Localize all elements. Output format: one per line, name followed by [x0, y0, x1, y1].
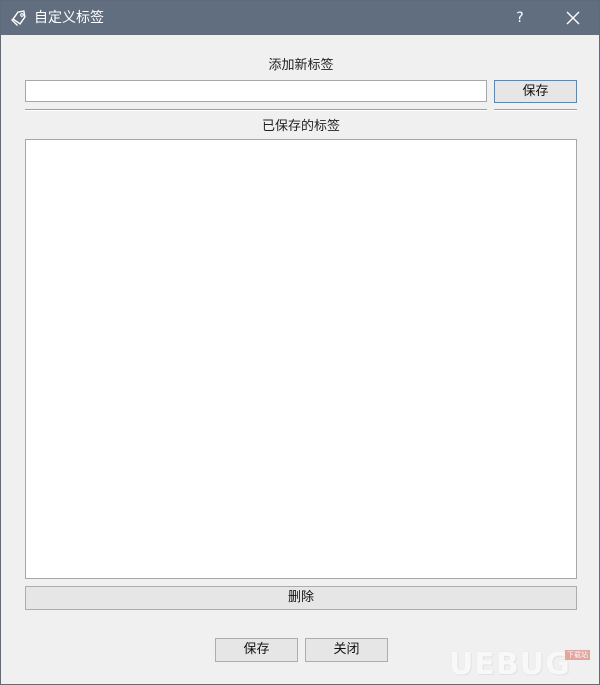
window-close-button[interactable]: [555, 1, 591, 35]
watermark-text: UEBUG: [449, 647, 571, 682]
tag-icon: [11, 10, 26, 26]
help-button[interactable]: ?: [505, 1, 535, 35]
divider: [494, 109, 577, 111]
divider: [25, 109, 487, 111]
save-button[interactable]: 保存: [215, 638, 298, 662]
save-tag-button[interactable]: 保存: [494, 80, 577, 103]
title-bar: 自定义标签 ?: [1, 1, 599, 35]
watermark-logo: UEBUG 下载站: [449, 646, 599, 684]
close-icon: [566, 11, 580, 25]
watermark-subtext: 下载站: [565, 650, 590, 660]
new-tag-input[interactable]: [25, 80, 487, 102]
window-title: 自定义标签: [34, 10, 104, 26]
delete-button[interactable]: 删除: [25, 586, 577, 610]
saved-tags-list[interactable]: [25, 139, 577, 579]
add-new-tag-label: 添加新标签: [268, 58, 334, 73]
custom-tags-dialog: 自定义标签 ? 添加新标签 保存 已保存的标签 删除 保存 关闭 UEBUG 下…: [0, 0, 600, 685]
close-button[interactable]: 关闭: [305, 638, 388, 662]
saved-tags-label: 已保存的标签: [261, 119, 340, 134]
